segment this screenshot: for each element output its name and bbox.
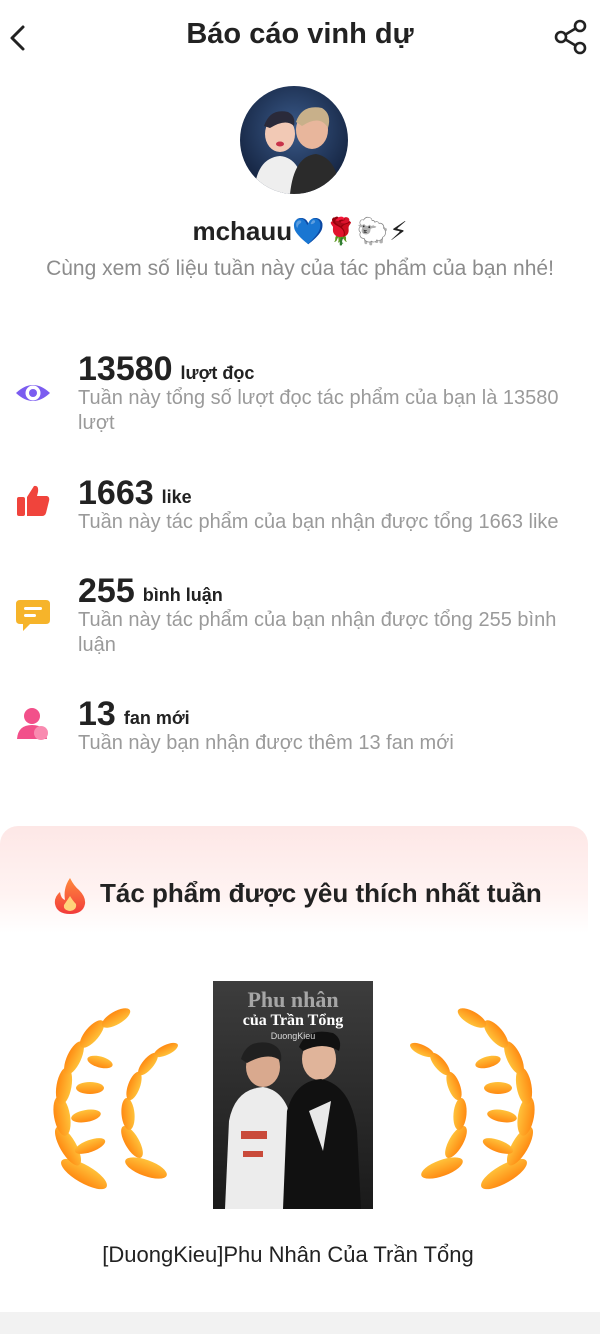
header: Báo cáo vinh dự bbox=[0, 0, 600, 76]
cover-title-line2: của Trần Tổng bbox=[243, 1012, 343, 1029]
stat-unit: like bbox=[161, 487, 192, 507]
stat-unit: bình luận bbox=[142, 585, 223, 605]
share-icon[interactable] bbox=[552, 18, 590, 56]
username: mchauu💙🌹🐑⚡ bbox=[192, 216, 408, 246]
stat-description: Tuần này tác phẩm của bạn nhận được tổng… bbox=[78, 609, 557, 656]
thumbs-up-icon bbox=[17, 485, 50, 516]
page-title: Báo cáo vinh dự bbox=[186, 18, 414, 50]
work-name[interactable]: [DuongKieu]Phu Nhân Của Trần Tổng bbox=[0, 1242, 576, 1268]
stat-value: 13580 lượt đọc bbox=[78, 350, 255, 388]
stat-value: 1663 like bbox=[78, 474, 192, 512]
stat-unit: fan mới bbox=[123, 708, 190, 728]
eye-icon bbox=[16, 385, 50, 401]
cover-author: DuongKieu bbox=[271, 1031, 316, 1041]
comment-icon bbox=[16, 600, 50, 631]
stat-description: Tuần này bạn nhận được thêm 13 fan mới bbox=[78, 732, 454, 754]
fire-icon bbox=[54, 878, 86, 914]
favorite-work-panel: Tác phẩm được yêu thích nhất tuần Phu nh… bbox=[0, 826, 588, 1312]
avatar bbox=[240, 86, 348, 194]
stat-unit: lượt đọc bbox=[180, 363, 255, 383]
user-icon bbox=[17, 708, 48, 740]
stat-value: 13 fan mới bbox=[78, 695, 190, 733]
stat-value: 255 bình luận bbox=[78, 572, 223, 610]
laurel-right-icon bbox=[410, 1008, 535, 1190]
stat-description: Tuần này tác phẩm của bạn nhận được tổng… bbox=[78, 511, 559, 533]
bottom-divider bbox=[0, 1312, 600, 1334]
laurel-left-icon bbox=[53, 1008, 178, 1190]
book-cover[interactable]: Phu nhân của Trần Tổng DuongKieu bbox=[213, 981, 373, 1209]
favorite-title: Tác phẩm được yêu thích nhất tuần bbox=[100, 878, 542, 908]
subtitle: Cùng xem số liệu tuần này của tác phẩm c… bbox=[46, 257, 554, 280]
stat-description: Tuần này tổng số lượt đọc tác phẩm của b… bbox=[78, 387, 559, 434]
cover-title-line1: Phu nhân bbox=[247, 987, 338, 1012]
